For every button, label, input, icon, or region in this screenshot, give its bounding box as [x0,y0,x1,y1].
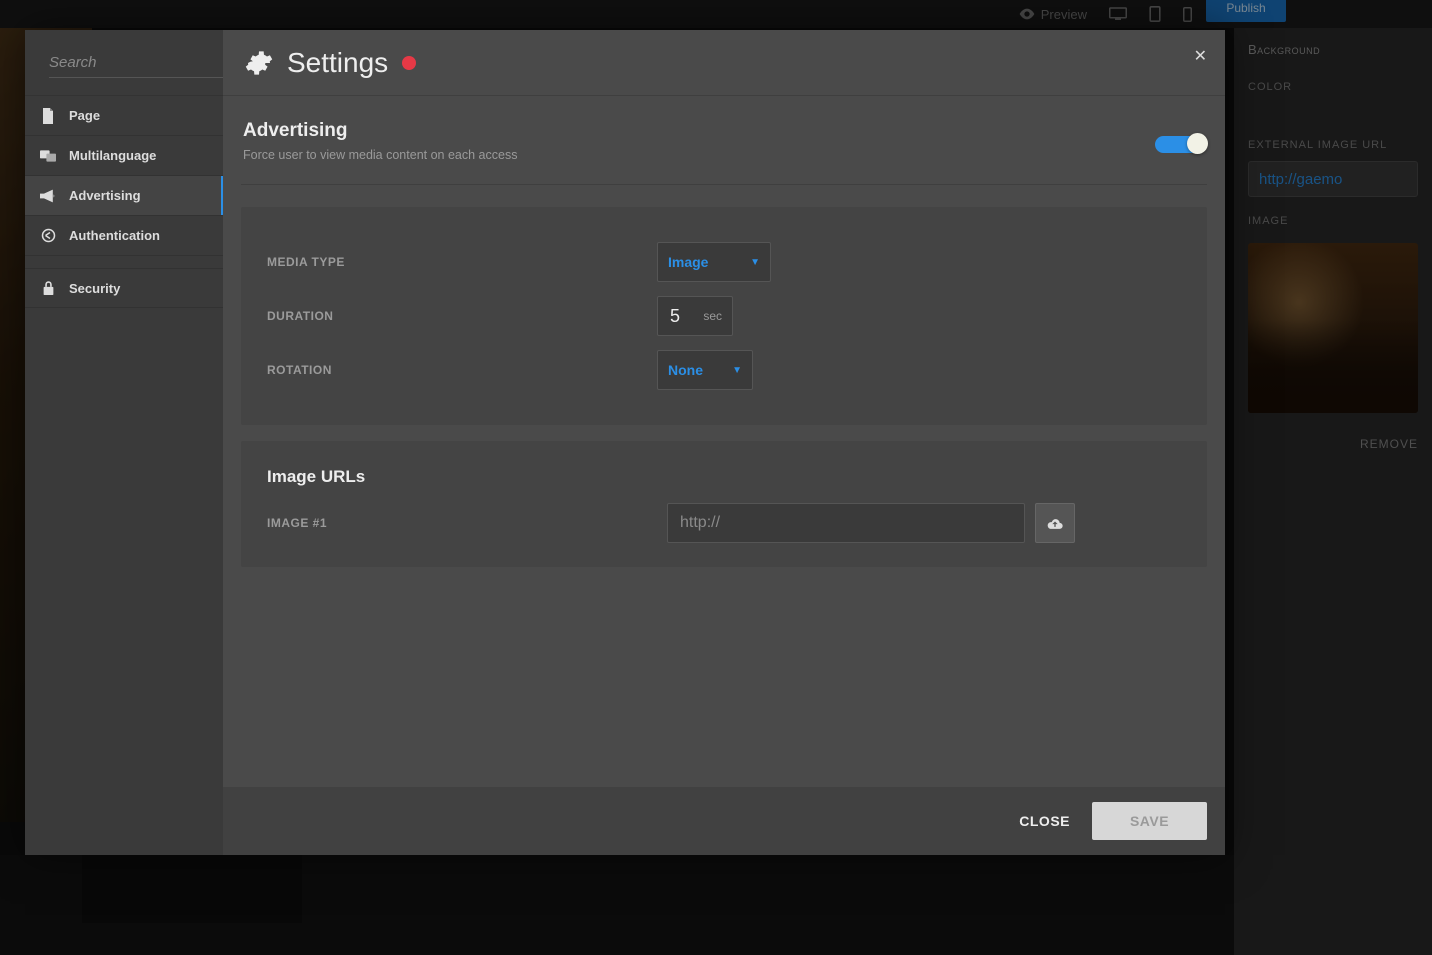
save-button[interactable]: SAVE [1092,802,1207,840]
cloud-upload-icon [1047,517,1063,530]
settings-main: Settings ✕ Advertising Force user to vie… [223,30,1225,855]
settings-sidebar: Page Multilanguage Advertising Authentic… [25,30,223,855]
gear-icon [245,49,273,77]
media-type-label: MEDIA TYPE [267,255,657,269]
sidebar-item-advertising[interactable]: Advertising [25,176,223,216]
auth-icon [39,228,57,243]
close-button[interactable]: CLOSE [1019,813,1070,829]
advertising-toggle[interactable] [1155,136,1205,153]
sidebar-item-authentication[interactable]: Authentication [25,216,223,256]
sidebar-item-page[interactable]: Page [25,96,223,136]
chevron-down-icon: ▼ [732,365,742,376]
rotation-select[interactable]: None ▼ [657,350,753,390]
page-icon [39,108,57,124]
image1-input[interactable] [678,504,1014,542]
settings-modal: Page Multilanguage Advertising Authentic… [25,30,1225,855]
search-input[interactable] [49,48,250,78]
advertising-desc: Force user to view media content on each… [243,148,517,162]
image-urls-card: Image URLs IMAGE #1 [241,441,1207,567]
image1-input-wrap [667,503,1025,543]
settings-title: Settings [287,47,388,79]
sidebar-item-label: Multilanguage [69,148,156,163]
language-icon [39,149,57,163]
advertising-section-header: Advertising Force user to view media con… [241,116,1207,185]
sidebar-item-security[interactable]: Security [25,268,223,308]
duration-suffix: sec [703,309,722,323]
rotation-label: ROTATION [267,363,657,377]
unsaved-indicator [402,56,416,70]
sidebar-item-label: Security [69,281,120,296]
duration-input-wrap: sec [657,296,733,336]
sidebar-item-label: Authentication [69,228,160,243]
settings-content: Advertising Force user to view media con… [223,96,1225,787]
advertising-title: Advertising [243,120,517,142]
image-urls-title: Image URLs [267,467,1181,487]
lock-icon [39,281,57,296]
duration-label: DURATION [267,309,657,323]
image1-label: IMAGE #1 [267,516,657,530]
sidebar-item-label: Page [69,108,100,123]
sidebar-item-multilanguage[interactable]: Multilanguage [25,136,223,176]
media-settings-card: MEDIA TYPE Image ▼ DURATION sec ROTATION [241,207,1207,425]
toggle-knob [1187,133,1208,154]
sidebar-item-label: Advertising [69,188,141,203]
chevron-down-icon: ▼ [750,257,760,268]
megaphone-icon [39,189,57,203]
image1-upload-button[interactable] [1035,503,1075,543]
duration-input[interactable] [668,305,696,328]
settings-header: Settings ✕ [223,30,1225,96]
close-icon[interactable]: ✕ [1194,46,1207,66]
settings-footer: CLOSE SAVE [223,787,1225,855]
media-type-select[interactable]: Image ▼ [657,242,771,282]
sidebar-menu: Page Multilanguage Advertising Authentic… [25,96,223,308]
sidebar-search [25,30,223,96]
